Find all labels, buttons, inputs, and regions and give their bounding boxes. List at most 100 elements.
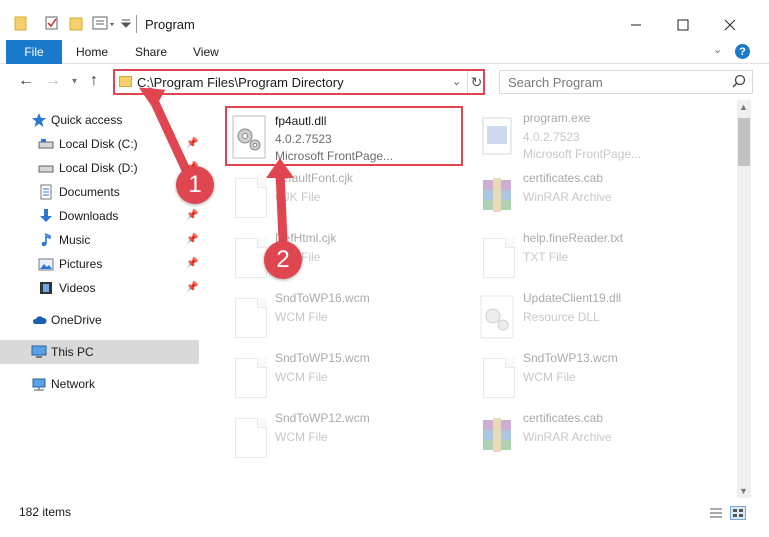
close-button[interactable] [707, 10, 753, 40]
expand-ribbon-icon[interactable]: ⌄ [713, 43, 722, 56]
file-item-program-exe[interactable]: program.exe 4.0.2.7523 Microsoft FrontPa… [473, 106, 713, 164]
file-type: WCM File [523, 370, 576, 384]
maximize-button[interactable] [660, 10, 706, 40]
file-description: Microsoft FrontPage... [523, 147, 642, 161]
sidebar-item-music[interactable]: Music 📌 [0, 228, 199, 252]
file-icon [229, 174, 269, 220]
file-description: Microsoft FrontPage... [275, 149, 394, 163]
tab-view[interactable]: View [193, 45, 219, 59]
title-bar: Program [0, 0, 769, 44]
file-item-defaultfont-cjk[interactable]: defaultFont.cjk CJK File [225, 166, 465, 224]
pin-icon[interactable]: 📌 [186, 138, 198, 149]
file-list: fp4autl.dll 4.0.2.7523 Microsoft FrontPa… [205, 103, 737, 495]
file-icon [229, 234, 269, 280]
item-count: 182 items [19, 505, 72, 519]
tiles-view-icon[interactable] [730, 506, 746, 520]
customize-qa-icon[interactable] [92, 15, 132, 35]
file-item-certificates-cab-2[interactable]: certificates.cab WinRAR Archive [473, 406, 713, 464]
pin-icon[interactable]: 📌 [186, 210, 198, 221]
tab-home[interactable]: Home [76, 45, 108, 59]
file-name: fp4autl.dll [275, 114, 327, 128]
scroll-down-icon[interactable]: ▼ [739, 486, 748, 496]
file-version: 4.0.2.7523 [275, 132, 332, 146]
pc-icon [31, 344, 47, 360]
pin-icon[interactable]: 📌 [186, 234, 198, 245]
file-icon [229, 294, 269, 340]
details-view-icon[interactable] [708, 506, 724, 520]
sidebar-item-videos[interactable]: Videos 📌 [0, 276, 199, 300]
sidebar-item-label: Local Disk (C:) [59, 137, 138, 151]
help-button[interactable]: ? [735, 44, 750, 59]
properties-icon[interactable] [44, 15, 60, 35]
chevron-down-icon[interactable]: ⌄ [452, 75, 461, 88]
sidebar-item-documents[interactable]: Documents 📌 [0, 180, 199, 204]
back-arrow-icon[interactable]: ← [18, 72, 34, 90]
vertical-scrollbar[interactable]: ▲ ▼ [737, 100, 751, 498]
search-icon[interactable] [732, 74, 746, 91]
sidebar-item-label: Quick access [51, 113, 123, 127]
file-name: SndToWP15.wcm [275, 351, 370, 365]
file-type: TXT File [523, 250, 569, 264]
sidebar-item-label: Documents [59, 185, 120, 199]
sidebar-item-local-disk-d[interactable]: Local Disk (D:) 📌 [0, 156, 199, 180]
address-path[interactable]: C:\Program Files\Program Directory [137, 75, 344, 90]
videos-icon [38, 280, 54, 296]
sidebar-item-label: Downloads [59, 209, 119, 223]
sidebar-item-onedrive[interactable]: OneDrive [0, 308, 199, 332]
tab-file[interactable]: File [6, 40, 62, 64]
file-item-defhtml-cjk[interactable]: DefHtml.cjk CJK File [225, 226, 465, 284]
pin-icon[interactable]: 📌 [186, 282, 198, 293]
folder-icon [119, 76, 132, 87]
refresh-icon[interactable]: ↻ [467, 71, 485, 93]
sidebar-item-network[interactable]: Network [0, 372, 199, 396]
file-name: certificates.cab [523, 411, 604, 425]
file-type: WinRAR Archive [523, 190, 612, 204]
file-item-fp4autl-dll[interactable]: fp4autl.dll 4.0.2.7523 Microsoft FrontPa… [225, 106, 463, 166]
scroll-thumb[interactable] [738, 118, 750, 166]
star-icon [31, 112, 47, 128]
file-name: program.exe [523, 111, 591, 125]
file-icon [477, 234, 517, 280]
music-icon [38, 232, 54, 248]
pin-icon[interactable]: 📌 [186, 258, 198, 269]
tab-share[interactable]: Share [135, 45, 167, 59]
sidebar-item-pictures[interactable]: Pictures 📌 [0, 252, 199, 276]
sidebar-item-label: Videos [59, 281, 96, 295]
search-box[interactable]: Search Program [499, 70, 753, 94]
sidebar-item-downloads[interactable]: Downloads 📌 [0, 204, 199, 228]
file-name: SndToWP13.wcm [523, 351, 618, 365]
file-name: UpdateClient19.dll [523, 291, 622, 305]
up-arrow-icon[interactable]: ↑ [90, 72, 98, 90]
file-item-sndtowp16-wcm[interactable]: SndToWP16.wcm WCM File [225, 286, 465, 344]
file-name: SndToWP12.wcm [275, 411, 370, 425]
recent-locations-icon[interactable]: ▾ [72, 76, 77, 87]
sidebar-item-label: This PC [51, 345, 94, 359]
sidebar-item-local-disk-c[interactable]: Local Disk (C:) 📌 [0, 132, 199, 156]
file-item-sndtowp15-wcm[interactable]: SndToWP15.wcm WCM File [225, 346, 465, 404]
title-separator [136, 15, 137, 33]
file-type: WCM File [275, 310, 328, 324]
file-icon [229, 414, 269, 460]
step-badge-2: 2 [264, 241, 302, 279]
navigation-pane: Quick access Local Disk (C:) 📌 Local Dis… [0, 103, 205, 495]
address-bar[interactable]: C:\Program Files\Program Directory ⌄ ↻ [113, 69, 485, 95]
scroll-up-icon[interactable]: ▲ [739, 102, 748, 112]
file-item-sndtowp13-wcm[interactable]: SndToWP13.wcm WCM File [473, 346, 713, 404]
file-item-updateclient19-dll[interactable]: UpdateClient19.dll Resource DLL [473, 286, 713, 344]
file-icon [229, 354, 269, 400]
minimize-button[interactable] [613, 10, 659, 40]
sidebar-item-this-pc[interactable]: This PC [0, 340, 199, 364]
file-item-help-finereader-txt[interactable]: help.fineReader.txt TXT File [473, 226, 713, 284]
cloud-icon [31, 312, 47, 328]
dll-icon [477, 294, 517, 340]
file-item-sndtowp12-wcm[interactable]: SndToWP12.wcm WCM File [225, 406, 465, 464]
search-input[interactable]: Search Program [508, 75, 603, 90]
file-type: WCM File [275, 370, 328, 384]
new-folder-icon[interactable] [69, 15, 83, 35]
sidebar-item-label: OneDrive [51, 313, 102, 327]
forward-arrow-icon[interactable]: → [45, 72, 61, 90]
sidebar-item-label: Network [51, 377, 96, 391]
file-item-certificates-cab[interactable]: certificates.cab WinRAR Archive [473, 166, 713, 224]
sidebar-item-quick-access[interactable]: Quick access [0, 108, 199, 132]
winrar-icon [477, 174, 517, 220]
